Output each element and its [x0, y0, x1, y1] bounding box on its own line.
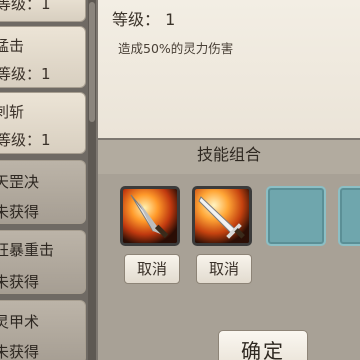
combo-slot-4-empty[interactable] [338, 186, 360, 246]
confirm-button[interactable]: 确定 [218, 330, 308, 360]
fire-sword-icon [195, 189, 249, 243]
skill-detail-panel: 等级： 1 造成50%的灵力伤害 [98, 0, 360, 138]
cancel-button-slot-2[interactable]: 取消 [196, 254, 252, 284]
skill-item-name: 猛击 [0, 37, 25, 55]
skill-item-status: 未获得 [0, 203, 40, 221]
combo-slot-3-empty[interactable] [266, 186, 326, 246]
skill-item-2[interactable]: 猛击 等级：1 [0, 26, 86, 88]
skill-item-5[interactable]: 狂暴重击 未获得 [0, 230, 86, 294]
fire-blade-icon [123, 189, 177, 243]
skill-item-4[interactable]: 天罡决 未获得 [0, 160, 86, 224]
skill-item-name: 灵甲术 [0, 313, 40, 331]
skill-list-scroll-thumb[interactable] [89, 2, 95, 122]
skill-item-name: 刺斩 [0, 103, 25, 121]
skill-item-6[interactable]: 灵甲术 未获得 [0, 300, 86, 360]
skill-item-name: 天罡决 [0, 173, 40, 191]
combo-title: 技能组合 [98, 140, 360, 174]
combo-slot-2[interactable] [192, 186, 252, 246]
cancel-button-slot-1[interactable]: 取消 [124, 254, 180, 284]
skill-combo-panel: 技能组合 [98, 140, 360, 360]
skill-item-1[interactable]: 等级：1 [0, 0, 86, 22]
skill-item-name: 狂暴重击 [0, 241, 55, 259]
skill-item-status: 未获得 [0, 343, 40, 360]
skill-level-text: 等级： 1 [112, 10, 176, 29]
skill-item-status: 等级：1 [0, 0, 51, 13]
skill-description: 造成50%的灵力伤害 [118, 41, 234, 56]
skill-item-status: 未获得 [0, 273, 40, 291]
combo-slot-1[interactable] [120, 186, 180, 246]
skill-item-status: 等级：1 [0, 131, 51, 149]
skill-item-status: 等级：1 [0, 65, 51, 83]
skill-item-3[interactable]: 刺斩 等级：1 [0, 92, 86, 154]
